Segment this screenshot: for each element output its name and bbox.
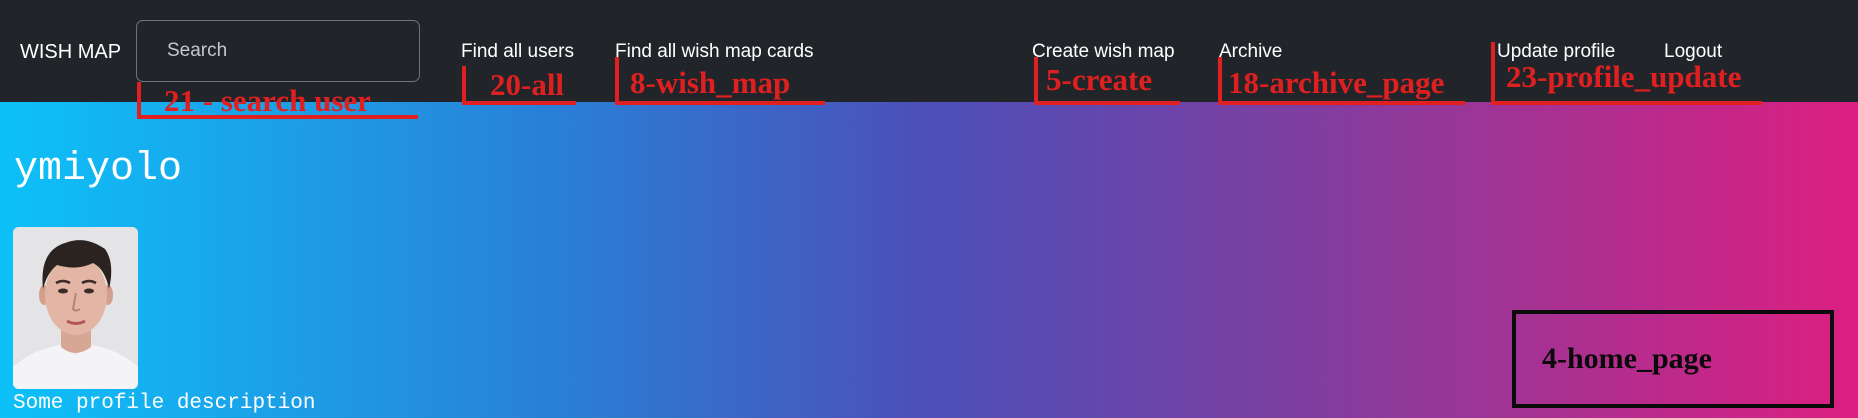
annotation-home-page-box: 4-home_page — [1512, 310, 1834, 408]
nav-find-all-users[interactable]: Find all users — [461, 40, 574, 64]
annotation-search-user-label: 21 - search user — [164, 83, 371, 118]
avatar — [13, 227, 138, 389]
brand-logo[interactable]: WISH MAP — [20, 40, 121, 64]
annotation-profile-update-label: 23-profile_update — [1506, 59, 1742, 94]
annotation-home-page-label: 4-home_page — [1542, 342, 1712, 375]
user-photo-icon — [13, 227, 138, 389]
search-input[interactable] — [136, 20, 420, 82]
profile-username: ymiyolo — [14, 147, 183, 192]
profile-description: Some profile description — [13, 392, 316, 415]
annotation-create-label: 5-create — [1046, 62, 1153, 97]
profile-hero: ymiyolo Some profile description 4-home_… — [0, 102, 1858, 418]
annotation-archive-page-label: 18-archive_page — [1228, 65, 1445, 100]
annotation-all-label: 20-all — [490, 67, 565, 102]
annotation-wish-map-label: 8-wish_map — [630, 65, 791, 100]
